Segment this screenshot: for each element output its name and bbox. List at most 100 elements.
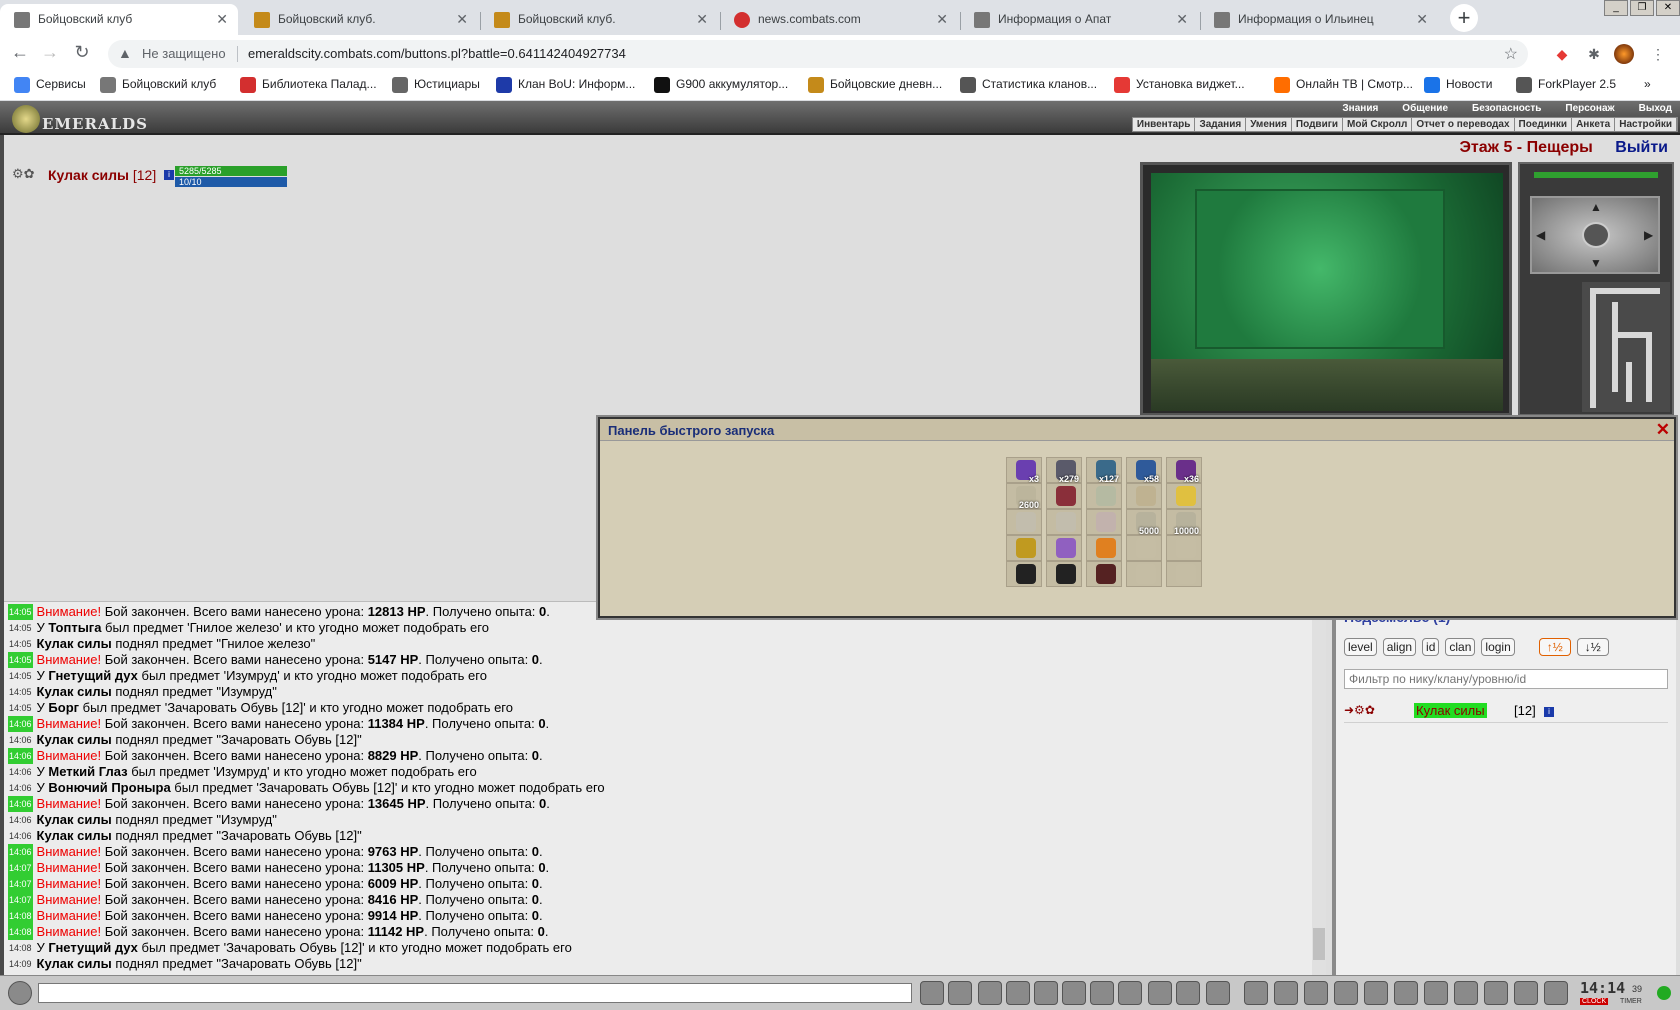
quick-slot[interactable]: [1126, 483, 1162, 509]
chat-timestamp[interactable]: 14:05: [8, 652, 33, 668]
browser-tab[interactable]: Информация о Апат ✕: [960, 4, 1198, 35]
chat-timestamp[interactable]: 14:09: [8, 956, 33, 972]
chat-bold-text[interactable]: Кулак силы: [37, 684, 112, 699]
bookmark-item[interactable]: Юстициары: [392, 77, 480, 93]
turn-left-arrow-icon[interactable]: ◀: [1536, 228, 1545, 242]
chat-scrollbar[interactable]: [1312, 601, 1326, 975]
top-menu-item[interactable]: Безопасность: [1472, 103, 1541, 114]
bookmark-item[interactable]: Сервисы: [14, 77, 86, 93]
party-icon[interactable]: [1454, 981, 1478, 1005]
help-icon[interactable]: [1544, 981, 1568, 1005]
chat-timestamp[interactable]: 14:06: [8, 844, 33, 860]
sound-icon[interactable]: [1090, 981, 1114, 1005]
chat-timestamp[interactable]: 14:06: [8, 828, 33, 844]
tab-close-icon[interactable]: ✕: [1416, 4, 1428, 34]
warning-icon[interactable]: ▲: [118, 45, 132, 61]
back-arrow-icon[interactable]: ▼: [1590, 256, 1602, 270]
quick-slot[interactable]: [1126, 535, 1162, 561]
dance-icon[interactable]: [1034, 981, 1058, 1005]
turn-right-arrow-icon[interactable]: ▶: [1644, 228, 1653, 242]
emeralds-logo[interactable]: EMERALDS: [6, 103, 156, 133]
dungeon-view[interactable]: [1140, 162, 1512, 416]
chat-bold-text[interactable]: Кулак силы: [37, 636, 112, 651]
chat-timestamp[interactable]: 14:07: [8, 860, 33, 876]
sub-menu-item[interactable]: Отчет о переводах: [1412, 118, 1515, 131]
chat-timestamp[interactable]: 14:05: [8, 620, 33, 636]
chat-timestamp[interactable]: 14:08: [8, 908, 33, 924]
address-bar[interactable]: ▲ Не защищено emeraldscity.combats.com/b…: [108, 40, 1528, 68]
sub-menu-item[interactable]: Анкета: [1572, 118, 1616, 131]
quick-slot[interactable]: [1166, 535, 1202, 561]
clear-icon[interactable]: [948, 981, 972, 1005]
chat-timestamp[interactable]: 14:05: [8, 604, 33, 620]
tab-close-icon[interactable]: ✕: [696, 4, 708, 34]
chat-timestamp[interactable]: 14:07: [8, 876, 33, 892]
chat-timestamp[interactable]: 14:07: [8, 892, 33, 908]
back-icon[interactable]: ←: [8, 41, 32, 65]
chat-timestamp[interactable]: 14:06: [8, 796, 33, 812]
quick-slot[interactable]: [1086, 561, 1122, 587]
tab-close-icon[interactable]: ✕: [1176, 4, 1188, 34]
sub-menu-item[interactable]: Подвиги: [1292, 118, 1344, 131]
more-bookmarks-button[interactable]: »: [1644, 77, 1651, 91]
quick-slot[interactable]: x127: [1086, 457, 1122, 484]
chat-timestamp[interactable]: 14:06: [8, 812, 33, 828]
browser-tab[interactable]: Бойцовский клуб. ✕: [240, 4, 478, 35]
filter-level-button[interactable]: level: [1344, 638, 1377, 656]
quick-slot[interactable]: x3: [1006, 457, 1042, 484]
tab-close-icon[interactable]: ✕: [936, 4, 948, 34]
player-info-icon[interactable]: i: [164, 170, 174, 180]
chat-timestamp[interactable]: 14:06: [8, 716, 33, 732]
bookmark-item[interactable]: ForkPlayer 2.5: [1516, 77, 1616, 93]
quick-slot[interactable]: [1166, 561, 1202, 587]
url-text[interactable]: emeraldscity.combats.com/buttons.pl?batt…: [248, 46, 626, 61]
sub-menu-item[interactable]: Мой Скролл: [1343, 118, 1413, 131]
chat-bold-text[interactable]: Кулак силы: [37, 956, 112, 971]
chat-timestamp[interactable]: 14:05: [8, 636, 33, 652]
chat-bold-text[interactable]: Кулак силы: [37, 828, 112, 843]
quick-slot[interactable]: 10000: [1166, 509, 1202, 536]
user-info-icon[interactable]: i: [1544, 707, 1554, 717]
smiles-icon[interactable]: [1118, 981, 1142, 1005]
enter-icon[interactable]: [920, 981, 944, 1005]
chat-timestamp[interactable]: 14:05: [8, 700, 33, 716]
exit-link[interactable]: Выйти: [1615, 139, 1668, 156]
filter-login-button[interactable]: login: [1481, 638, 1515, 656]
security-label[interactable]: Не защищено: [142, 46, 226, 61]
chat-timestamp[interactable]: 14:08: [8, 924, 33, 940]
quick-slot[interactable]: [1126, 561, 1162, 587]
chat-timestamp[interactable]: 14:08: [8, 940, 33, 956]
inventory-icon[interactable]: [1244, 981, 1268, 1005]
chat-bold-text[interactable]: Кулак силы: [37, 732, 112, 747]
sub-menu-item[interactable]: Инвентарь: [1133, 118, 1196, 131]
new-tab-button[interactable]: +: [1450, 4, 1478, 32]
quick-slot[interactable]: [1006, 509, 1042, 535]
bookmark-item[interactable]: Онлайн ТВ | Смотр...: [1274, 77, 1413, 93]
reload-icon[interactable]: ↻: [70, 41, 94, 65]
quick-slot[interactable]: x279: [1046, 457, 1082, 484]
refresh-center-icon[interactable]: [1582, 222, 1610, 248]
bookmark-item[interactable]: Статистика кланов...: [960, 77, 1097, 93]
filter-align-button[interactable]: align: [1382, 638, 1417, 656]
close-window-button[interactable]: ✕: [1656, 0, 1680, 16]
filter-icon[interactable]: [978, 981, 1002, 1005]
chat-input[interactable]: [38, 983, 912, 1003]
quick-slot[interactable]: [1046, 561, 1082, 587]
top-menu-item[interactable]: Общение: [1402, 103, 1448, 114]
restore-button[interactable]: ❐: [1630, 0, 1654, 16]
bag-icon[interactable]: [1274, 981, 1298, 1005]
minimize-button[interactable]: _: [1604, 0, 1628, 16]
top-menu-item[interactable]: Знания: [1342, 103, 1378, 114]
quick-slot[interactable]: [1046, 509, 1082, 535]
translit-icon[interactable]: [1062, 981, 1086, 1005]
chat-timestamp[interactable]: 14:05: [8, 668, 33, 684]
sort-desc-button[interactable]: ↓½: [1576, 638, 1609, 656]
bookmark-item[interactable]: Установка виджет...: [1114, 77, 1245, 93]
shield-icon[interactable]: [1304, 981, 1328, 1005]
quick-slot[interactable]: x36: [1166, 457, 1202, 484]
browser-tab[interactable]: news.combats.com ✕: [720, 4, 958, 35]
forward-icon[interactable]: →: [38, 41, 62, 65]
close-icon[interactable]: ✕: [1656, 420, 1670, 440]
bookmark-star-icon[interactable]: ☆: [1504, 44, 1518, 64]
chat-scroll-thumb[interactable]: [1313, 928, 1325, 960]
